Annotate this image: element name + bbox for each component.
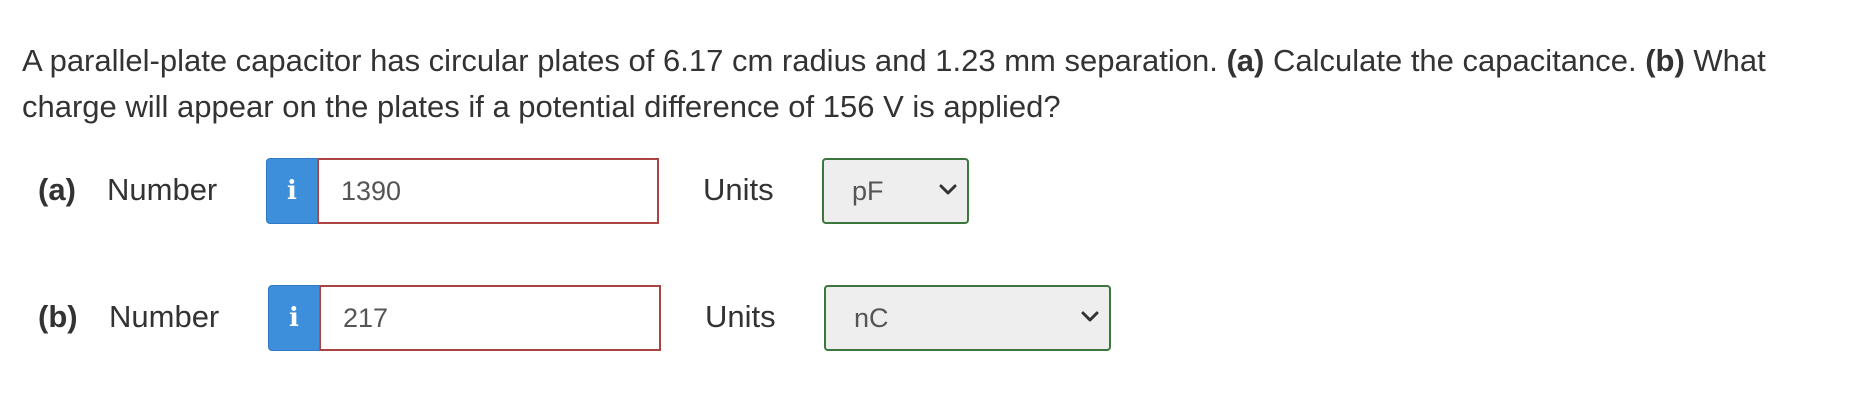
question-part-a-marker: (a) (1226, 43, 1265, 78)
info-icon: i (289, 303, 299, 333)
info-icon: i (287, 176, 297, 206)
number-label-b: Number (109, 299, 220, 334)
number-label-a: Number (107, 172, 218, 207)
info-button-a[interactable]: i (266, 158, 318, 224)
question-text-1: A parallel-plate capacitor has circular … (22, 43, 1227, 78)
units-select-a-value: pF (852, 175, 884, 206)
question-text-2: Calculate the capacitance. (1264, 43, 1646, 78)
number-input-b[interactable] (320, 285, 661, 351)
info-button-b[interactable]: i (268, 285, 320, 351)
question-part-b-marker: (b) (1645, 43, 1685, 78)
chevron-down-icon (939, 184, 957, 195)
units-select-b-value: nC (854, 302, 889, 333)
units-label-a: Units (703, 172, 774, 207)
answer-row-a: (a) Number i Units pF (0, 158, 1200, 224)
part-label-b: (b) (38, 299, 78, 334)
answer-row-b: (b) Number i Units nC (0, 285, 1200, 351)
question-text: A parallel-plate capacitor has circular … (22, 38, 1822, 130)
units-label-b: Units (705, 299, 776, 334)
chevron-down-icon (1081, 311, 1099, 322)
units-select-a[interactable]: pF (822, 158, 969, 224)
part-label-a: (a) (38, 172, 76, 207)
units-select-b[interactable]: nC (824, 285, 1111, 351)
number-input-a[interactable] (318, 158, 659, 224)
